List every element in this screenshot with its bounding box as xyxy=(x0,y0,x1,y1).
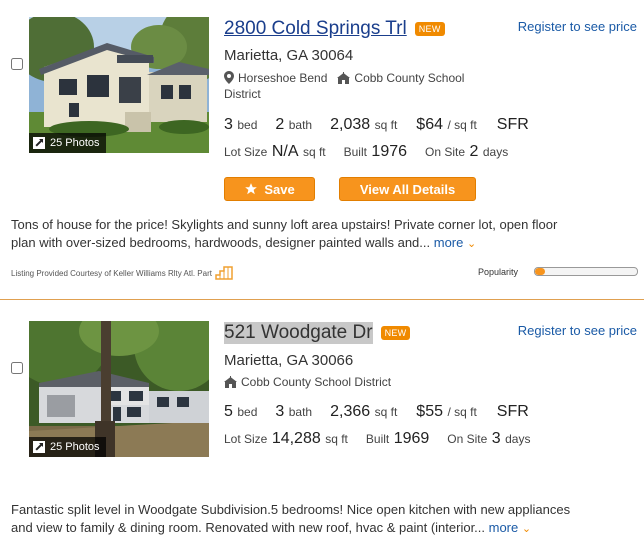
listing-address-link[interactable]: 521 Woodgate Dr xyxy=(224,322,373,344)
price-per-sqft-value: $64 xyxy=(416,116,443,133)
on-site-value: 3 xyxy=(491,430,501,447)
photo-count: 25 Photos xyxy=(50,441,100,453)
school-district-cont: District xyxy=(224,87,261,101)
listing-address-link[interactable]: 2800 Cold Springs Trl xyxy=(224,18,407,40)
beds-label: bed xyxy=(237,405,258,419)
chevron-down-icon[interactable]: ⌄ xyxy=(467,238,476,250)
price-per-sqft-value: $55 xyxy=(416,403,443,420)
photo-count-badge[interactable]: 25 Photos xyxy=(29,133,106,153)
sqft-label: sq ft xyxy=(374,118,398,132)
on-site-label: On Site xyxy=(447,432,488,446)
save-button[interactable]: Save xyxy=(224,177,315,201)
school-icon xyxy=(337,72,351,84)
listing-city: Marietta, GA 30066 xyxy=(224,352,354,369)
built-label: Built xyxy=(343,145,367,159)
lot-size-unit: sq ft xyxy=(325,432,348,446)
on-site-unit: days xyxy=(505,432,531,446)
photo-count: 25 Photos xyxy=(50,137,100,149)
beds-value: 3 xyxy=(224,116,233,133)
on-site-unit: days xyxy=(482,145,509,159)
broker-logo-icon xyxy=(215,266,233,280)
listing-stats-row: 5 bed 3 bath 2,366 sq ft $55 / sq ft SFR xyxy=(224,403,529,421)
popularity-bar xyxy=(534,267,638,276)
popularity-label: Popularity xyxy=(478,267,519,277)
more-link[interactable]: more xyxy=(489,520,519,535)
expand-icon xyxy=(33,137,45,149)
beds-label: bed xyxy=(237,118,258,132)
listing-description: Fantastic split level in Woodgate Subdiv… xyxy=(11,501,631,538)
expand-icon xyxy=(33,441,45,453)
sqft-value: 2,038 xyxy=(330,116,371,133)
listing-stats-row: 3 bed 2 bath 2,038 sq ft $64 / sq ft SFR xyxy=(224,116,529,134)
lot-size-value: 14,288 xyxy=(271,430,321,447)
price-per-sqft-label: / sq ft xyxy=(447,405,477,419)
baths-label: bath xyxy=(288,118,313,132)
description-line-2: and view to family & dining room. Renova… xyxy=(11,520,489,535)
listing-title-row: 521 Woodgate Dr NEW xyxy=(224,322,411,344)
listing-photo[interactable]: 25 Photos xyxy=(29,17,209,153)
popularity-bar-fill xyxy=(535,268,546,275)
listing-card: 25 Photos 2800 Cold Springs Trl NEW Regi… xyxy=(0,0,644,300)
lot-size-label: Lot Size xyxy=(224,145,268,159)
school-district: Cobb County School xyxy=(354,71,465,85)
courtesy-text: Listing Provided Courtesy of Keller Will… xyxy=(11,268,212,278)
listing-courtesy: Listing Provided Courtesy of Keller Will… xyxy=(11,266,233,280)
listing-card: 25 Photos 521 Woodgate Dr NEW Register t… xyxy=(0,300,644,549)
listing-description: Tons of house for the price! Skylights a… xyxy=(11,216,631,253)
register-to-see-price-link[interactable]: Register to see price xyxy=(518,19,637,34)
listing-select-checkbox[interactable] xyxy=(11,362,23,374)
more-link[interactable]: more xyxy=(434,235,464,250)
new-badge: NEW xyxy=(380,326,411,340)
listing-location-meta: Cobb County School District xyxy=(224,374,391,390)
beds-value: 5 xyxy=(224,403,233,420)
lot-size-unit: sq ft xyxy=(302,145,326,159)
description-line-2: plan with over-sized bedrooms, hardwoods… xyxy=(11,235,434,250)
built-value: 1969 xyxy=(393,430,430,447)
property-type: SFR xyxy=(496,403,529,420)
listing-lot-row: Lot Size N/A sq ft Built 1976 On Site 2 … xyxy=(224,143,508,161)
school-icon xyxy=(224,376,237,388)
baths-value: 2 xyxy=(275,116,285,133)
photo-count-badge[interactable]: 25 Photos xyxy=(29,437,106,457)
chevron-down-icon[interactable]: ⌄ xyxy=(522,523,531,535)
sqft-label: sq ft xyxy=(374,405,398,419)
listing-select-checkbox[interactable] xyxy=(11,58,23,70)
listing-city: Marietta, GA 30064 xyxy=(224,47,354,64)
baths-value: 3 xyxy=(275,403,285,420)
on-site-value: 2 xyxy=(469,143,479,160)
description-line-1: Tons of house for the price! Skylights a… xyxy=(11,217,558,232)
map-pin-icon xyxy=(224,71,234,84)
lot-size-value: N/A xyxy=(271,143,299,160)
listing-location-meta: Horseshoe Bend Cobb County School Distri… xyxy=(224,70,494,102)
school-district: Cobb County School District xyxy=(241,375,392,389)
listing-title-row: 2800 Cold Springs Trl NEW xyxy=(224,18,445,40)
on-site-label: On Site xyxy=(425,145,466,159)
listing-lot-row: Lot Size 14,288 sq ft Built 1969 On Site… xyxy=(224,430,530,448)
listing-photo[interactable]: 25 Photos xyxy=(29,321,209,457)
property-type: SFR xyxy=(496,116,529,133)
new-badge: NEW xyxy=(414,22,445,36)
baths-label: bath xyxy=(288,405,313,419)
view-all-details-button[interactable]: View All Details xyxy=(339,177,476,201)
description-line-1: Fantastic split level in Woodgate Subdiv… xyxy=(11,502,571,517)
subdivision-name: Horseshoe Bend xyxy=(238,71,328,85)
price-per-sqft-label: / sq ft xyxy=(447,118,477,132)
register-to-see-price-link[interactable]: Register to see price xyxy=(518,323,637,338)
built-label: Built xyxy=(365,432,390,446)
sqft-value: 2,366 xyxy=(330,403,371,420)
star-icon xyxy=(245,183,258,195)
built-value: 1976 xyxy=(371,143,408,160)
lot-size-label: Lot Size xyxy=(224,432,268,446)
save-label: Save xyxy=(264,181,295,197)
